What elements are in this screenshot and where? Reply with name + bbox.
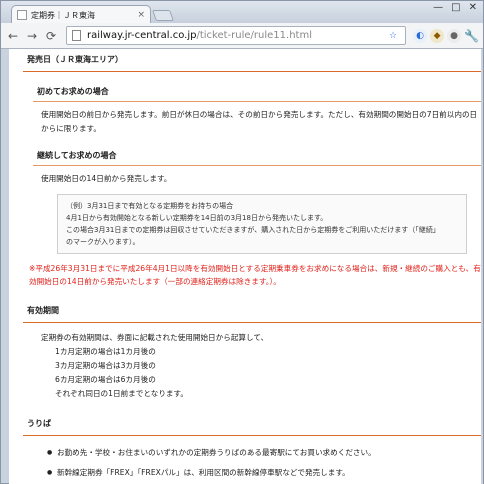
example-line: この場合3月31日までの定期券は回収させていただきますが、購入された日から定期券…: [66, 226, 440, 234]
notice-text: ※平成26年3月31日までに平成26年4月1日以降を有効開始日とする定期乗車券を…: [29, 264, 481, 286]
new-tab-button[interactable]: [151, 10, 175, 21]
address-bar[interactable]: railway.jr-central.co.jp /ticket-rule/ru…: [66, 26, 407, 45]
browser-toolbar: ← → ⟳ railway.jr-central.co.jp /ticket-r…: [1, 23, 483, 49]
maximize-icon[interactable]: □: [451, 2, 460, 13]
list-item: お勤め先・学校・お住まいのいずれかの定期券うりばのある最寄駅にてお買い求めくださ…: [47, 446, 481, 460]
validity-6-months: 6カ月定期の場合は6カ月後の: [55, 375, 156, 384]
window-controls: — □ ✕: [433, 2, 477, 13]
browser-tab[interactable]: 定期券｜ＪＲ東海 ×: [11, 5, 151, 24]
page-favicon-icon: [17, 10, 27, 20]
first-purchase-text: 使用開始日の前日から発売します。前日が休日の場合は、その前日から発売します。ただ…: [41, 110, 478, 133]
window-edge: [481, 49, 483, 484]
section-title-validity: 有効期間: [23, 300, 481, 323]
close-window-icon[interactable]: ✕: [469, 2, 477, 13]
tab-title: 定期券｜ＪＲ東海: [31, 10, 95, 20]
url-host: railway.jr-central.co.jp: [87, 30, 197, 41]
forward-arrow-icon[interactable]: →: [24, 28, 40, 44]
example-line: （例）3月31日まで有効となる定期券をお持ちの場合: [66, 202, 234, 210]
tab-strip: 定期券｜ＪＲ東海 × — □ ✕: [1, 1, 483, 24]
validity-1-month: 1カ月定期の場合は1カ月後の: [55, 347, 156, 356]
page-content: 発売日（ＪＲ東海エリア） 初めてお求めの場合 使用開始日の前日から発売します。前…: [9, 49, 483, 484]
subsection-title-first-purchase: 初めてお求めの場合: [33, 86, 481, 102]
browser-window: 定期券｜ＪＲ東海 × — □ ✕ ← → ⟳ railway.jr-centra…: [0, 0, 484, 484]
extension-ghost-icon[interactable]: ●: [447, 28, 462, 43]
example-box: （例）3月31日まで有効となる定期券をお持ちの場合 4月1日から有効開始となる新…: [57, 194, 467, 254]
validity-3-months: 3カ月定期の場合は3カ月後の: [55, 361, 156, 370]
close-tab-icon[interactable]: ×: [137, 10, 145, 20]
list-item: 新幹線定期券「FREX」「FREXパル」は、利用区間の新幹線停車駅などで発売しま…: [47, 466, 481, 480]
bookmark-star-icon[interactable]: ☆: [386, 29, 400, 43]
example-line: のマークが入ります）。: [66, 238, 140, 246]
example-line: 4月1日から有効開始となる新しい定期券を14日前の3月18日から発売いたします。: [66, 214, 328, 222]
back-arrow-icon[interactable]: ←: [5, 28, 21, 44]
section-title-sales-locations: うりば: [23, 413, 481, 436]
extension-icon[interactable]: ◐: [413, 28, 428, 43]
validity-end: それぞれ同日の1日前までとなります。: [55, 389, 188, 398]
renewal-text: 使用開始日の14日前から発売します。: [41, 174, 172, 183]
settings-wrench-icon[interactable]: 🔧: [464, 29, 479, 43]
extension-puzzle-icon[interactable]: ◆: [430, 28, 445, 43]
minimize-icon[interactable]: —: [433, 2, 443, 13]
reload-icon[interactable]: ⟳: [43, 28, 59, 44]
section-title-sales-date: 発売日（ＪＲ東海エリア）: [23, 49, 481, 72]
page-icon: [72, 30, 81, 41]
validity-intro: 定期券の有効期間は、券面に記載された使用開始日から起算して、: [41, 333, 269, 342]
url-path: /ticket-rule/rule11.html: [196, 30, 312, 41]
sales-locations-list: お勤め先・学校・お住まいのいずれかの定期券うりばのある最寄駅にてお買い求めくださ…: [47, 446, 481, 480]
subsection-title-renewal: 継続してお求めの場合: [33, 150, 481, 166]
